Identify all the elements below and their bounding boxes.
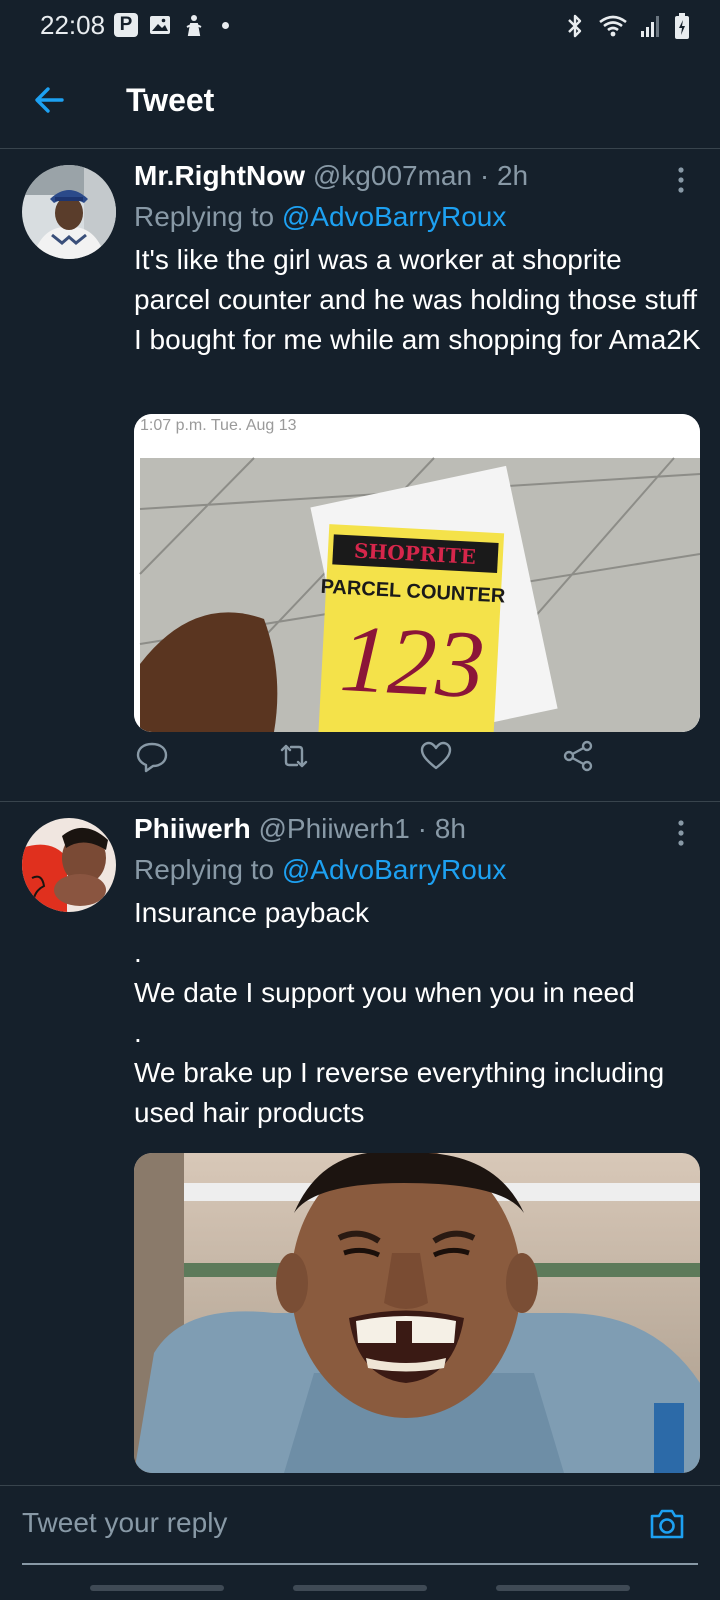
- tweet-text-line: We brake up I reverse everything includi…: [134, 1057, 665, 1128]
- more-options-icon[interactable]: [676, 819, 686, 847]
- tweet-text-line: .: [134, 1017, 142, 1048]
- nav-back-button[interactable]: [496, 1585, 630, 1591]
- battery-icon: [675, 13, 689, 39]
- gallery-icon: [150, 16, 170, 34]
- tweet-item[interactable]: Mr.RightNow @kg007man · 2h Replying to @…: [0, 150, 720, 802]
- nav-recents-button[interactable]: [90, 1585, 224, 1591]
- more-notifications-dot: [222, 21, 229, 29]
- arrow-left-icon[interactable]: [30, 80, 70, 120]
- author-handle-time: @Phiiwerh1 · 8h: [250, 813, 466, 844]
- tweet-item[interactable]: Phiiwerh @Phiiwerh1 · 8h Replying to @Ad…: [0, 803, 720, 1486]
- retweet-icon[interactable]: [276, 738, 312, 774]
- parking-icon: P: [114, 13, 138, 37]
- reply-icon[interactable]: [134, 738, 170, 774]
- card-number: 123: [338, 604, 487, 718]
- signal-icon: [641, 16, 659, 37]
- tweet-header: Phiiwerh @Phiiwerh1 · 8h: [134, 813, 466, 845]
- system-nav-bar: [0, 1572, 720, 1600]
- reply-bar: Tweet your reply: [0, 1487, 720, 1565]
- mention-link[interactable]: @AdvoBarryRoux: [282, 201, 507, 232]
- status-left-icons: P: [114, 13, 229, 37]
- status-right-icons: [564, 12, 690, 40]
- tweet-text-line: We date I support you when you in need: [134, 977, 635, 1008]
- author-name[interactable]: Mr.RightNow: [134, 160, 305, 191]
- share-icon[interactable]: [560, 738, 596, 774]
- replying-prefix: Replying to: [134, 201, 282, 232]
- tweet-text-line: Insurance payback: [134, 897, 370, 928]
- reply-input[interactable]: Tweet your reply: [22, 1507, 227, 1539]
- tweet-image[interactable]: 1:07 p.m. Tue. Aug 13 SHOPRITE PARCEL CO…: [134, 414, 700, 732]
- status-bar: 22:08 P: [0, 0, 720, 52]
- tweet-text-line: .: [134, 937, 142, 968]
- replying-to: Replying to @AdvoBarryRoux: [134, 854, 506, 886]
- tweet-text: Insurance payback . We date I support yo…: [134, 893, 704, 1133]
- page-title: Tweet: [126, 82, 215, 118]
- mention-link[interactable]: @AdvoBarryRoux: [282, 854, 507, 885]
- wifi-icon: [599, 15, 627, 37]
- nav-home-button[interactable]: [293, 1585, 427, 1591]
- author-name[interactable]: Phiiwerh: [134, 813, 251, 844]
- more-options-icon[interactable]: [676, 166, 686, 194]
- tweet-image[interactable]: [134, 1153, 700, 1473]
- bluetooth-icon: [568, 14, 582, 38]
- camera-icon[interactable]: [648, 1505, 686, 1543]
- notification-icon: [186, 15, 202, 36]
- avatar[interactable]: [22, 818, 116, 912]
- replying-to: Replying to @AdvoBarryRoux: [134, 201, 506, 233]
- replying-prefix: Replying to: [134, 854, 282, 885]
- avatar[interactable]: [22, 165, 116, 259]
- photo-timestamp: 1:07 p.m. Tue. Aug 13: [140, 417, 297, 434]
- reply-underline: [22, 1563, 698, 1565]
- like-icon[interactable]: [418, 738, 454, 774]
- status-time: 22:08: [40, 10, 106, 40]
- author-handle-time: @kg007man · 2h: [305, 160, 529, 191]
- tweet-actions: [134, 738, 614, 788]
- top-app-bar: Tweet: [0, 52, 720, 149]
- tweet-text: It's like the girl was a worker at shopr…: [134, 244, 701, 355]
- tweet-header: Mr.RightNow @kg007man · 2h: [134, 160, 528, 192]
